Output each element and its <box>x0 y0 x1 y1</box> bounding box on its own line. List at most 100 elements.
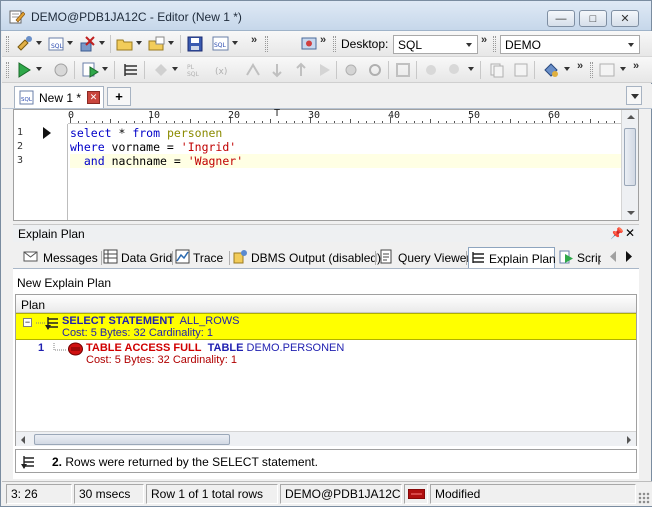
code-line[interactable]: where vorname = 'Ingrid' <box>70 140 621 154</box>
debug-icon[interactable] <box>152 61 170 79</box>
execute-dropdown-icon[interactable] <box>232 41 238 45</box>
execute-script-icon[interactable] <box>82 61 100 79</box>
breakpoint-icon[interactable] <box>342 61 360 79</box>
toolbar-grip[interactable] <box>265 36 268 52</box>
toolbar-grip[interactable] <box>6 62 9 78</box>
table-access-icon <box>68 342 83 356</box>
new-explain-plan-label: New Explain Plan <box>17 276 112 290</box>
connect-icon[interactable] <box>16 35 34 53</box>
disconnect-dropdown-icon[interactable] <box>99 41 105 45</box>
add-tab-button[interactable]: + <box>107 87 131 106</box>
profile-icon[interactable] <box>422 61 440 79</box>
window-list-dropdown-icon[interactable] <box>620 67 626 71</box>
step-over-icon[interactable] <box>244 61 262 79</box>
stop-execution-icon[interactable] <box>52 61 70 79</box>
collapse-icon[interactable]: − <box>23 318 32 327</box>
tab-trace[interactable]: Trace <box>173 247 229 268</box>
pin-icon[interactable]: 📌 <box>610 227 624 240</box>
toolbar-grip[interactable] <box>333 36 336 52</box>
formula-icon[interactable]: (x) <box>214 61 232 79</box>
run-to-cursor-icon[interactable] <box>316 61 334 79</box>
desktop-select[interactable]: SQL <box>393 35 478 54</box>
toolbar-overflow-icon[interactable]: » <box>481 34 487 46</box>
close-panel-icon[interactable]: ✕ <box>625 226 635 240</box>
execute-statement-icon[interactable] <box>16 61 34 79</box>
tab-messages[interactable]: Messages <box>21 247 103 268</box>
explain-plan-toolbar-icon[interactable] <box>122 61 140 79</box>
tab-query-viewer[interactable]: Query Viewer <box>377 247 470 268</box>
plan-cost: Cost: 5 Bytes: 32 Cardinality: 1 <box>86 354 238 366</box>
resize-grip[interactable] <box>638 492 650 504</box>
tab-script[interactable]: Scrip <box>557 247 601 268</box>
scroll-up-icon[interactable] <box>627 115 635 119</box>
toolbar-overflow-icon[interactable]: » <box>320 34 326 46</box>
toolbar-overflow-icon[interactable]: » <box>633 60 639 72</box>
tab-data-grid[interactable]: Data Grid <box>101 247 172 268</box>
toolbar-grip[interactable] <box>590 62 593 78</box>
tabs-scroll-left-icon[interactable] <box>607 248 620 265</box>
step-out-icon[interactable] <box>292 61 310 79</box>
scroll-left-icon[interactable] <box>21 436 25 444</box>
profile-options-icon[interactable] <box>446 61 464 79</box>
scroll-down-icon[interactable] <box>627 211 635 215</box>
open-folder-icon[interactable] <box>116 35 134 53</box>
watch-icon[interactable] <box>366 61 384 79</box>
toolbar-grip[interactable] <box>6 36 9 52</box>
debug-dropdown-icon[interactable] <box>172 67 178 71</box>
code-line[interactable]: and nachname = 'Wagner' <box>70 154 621 168</box>
toolbar-separator <box>110 35 111 53</box>
pl-sql-icon[interactable]: PLSQL <box>186 61 204 79</box>
ruler-tick <box>486 121 487 123</box>
execute-statement-dropdown-icon[interactable] <box>36 67 42 71</box>
connect-dropdown-icon[interactable] <box>36 41 42 45</box>
tab-dbms-output[interactable]: DBMS Output (disabled) <box>231 247 381 268</box>
execute-sql-icon[interactable]: SQL <box>212 35 230 53</box>
code-area[interactable]: select * from personen where vorname = 'I… <box>70 126 621 218</box>
plan-row-main: TABLE ACCESS FULL TABLE DEMO.PERSONEN <box>86 342 344 354</box>
ruler-tick <box>438 121 439 123</box>
plan-column-header[interactable]: Plan <box>16 295 636 313</box>
code-line[interactable]: select * from personen <box>70 126 621 140</box>
ruler-tick <box>126 121 127 123</box>
tabs-scroll-right-icon[interactable] <box>622 248 635 265</box>
maximize-button[interactable]: □ <box>579 10 607 27</box>
transaction-icon[interactable] <box>542 61 560 79</box>
new-sql-dropdown-icon[interactable] <box>67 41 73 45</box>
connection-select[interactable]: DEMO <box>500 35 640 54</box>
desktop-manager-icon[interactable] <box>300 35 318 53</box>
scroll-right-icon[interactable] <box>627 436 631 444</box>
toolbar-grip[interactable] <box>493 36 496 52</box>
step-into-icon[interactable] <box>268 61 286 79</box>
editor-vertical-scrollbar[interactable] <box>621 110 638 220</box>
open-dropdown-icon[interactable] <box>136 41 142 45</box>
sql-editor[interactable]: 0 10 20 30 40 50 60 T 1 2 3 select * from perso… <box>13 108 639 221</box>
ruler-tick <box>566 121 567 123</box>
save-icon[interactable] <box>186 35 204 53</box>
scroll-thumb[interactable] <box>624 128 636 186</box>
transaction-dropdown-icon[interactable] <box>564 67 570 71</box>
tab-list-button[interactable] <box>626 86 642 105</box>
ruler-label: 0 <box>68 110 75 121</box>
scroll-thumb[interactable] <box>34 434 230 445</box>
tab-new-1[interactable]: SQL New 1 * ✕ <box>14 86 104 108</box>
profile-dropdown-icon[interactable] <box>468 67 474 71</box>
plan-tree[interactable]: Plan − SELECT STATEMENT ALL_ROWS Cost: 5… <box>15 294 637 446</box>
disconnect-icon[interactable] <box>78 35 96 53</box>
open-file-icon[interactable] <box>148 35 166 53</box>
plan-row-table-access[interactable]: 1 TABLE ACCESS FULL TABLE DEMO.PERSONEN … <box>16 341 636 368</box>
plan-row-select-statement[interactable]: − SELECT STATEMENT ALL_ROWS Cost: 5 Byte… <box>16 313 636 340</box>
copy-icon[interactable] <box>488 61 506 79</box>
close-tab-icon[interactable]: ✕ <box>87 91 100 104</box>
toolbar-overflow-icon[interactable]: » <box>251 34 257 46</box>
paste-icon[interactable] <box>512 61 530 79</box>
minimize-button[interactable]: — <box>547 10 575 27</box>
execute-script-dropdown-icon[interactable] <box>102 67 108 71</box>
open-file-dropdown-icon[interactable] <box>168 41 174 45</box>
plan-horizontal-scrollbar[interactable] <box>16 431 636 446</box>
close-button[interactable]: ✕ <box>611 10 639 27</box>
compile-icon[interactable] <box>394 61 412 79</box>
window-list-icon[interactable] <box>598 61 616 79</box>
tab-explain-plan[interactable]: Explain Plan <box>468 247 556 268</box>
toolbar-overflow-icon[interactable]: » <box>577 60 583 72</box>
new-sql-icon[interactable]: SQL <box>47 35 65 53</box>
